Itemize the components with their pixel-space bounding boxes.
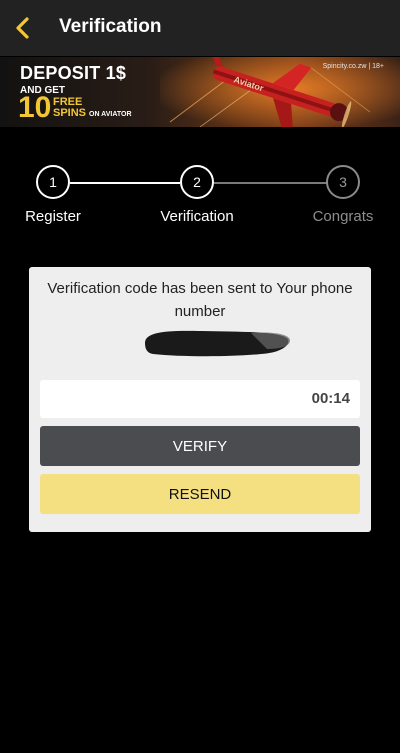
step-3-label: Congrats bbox=[312, 208, 374, 225]
banner-spins-text: SPINS bbox=[53, 107, 87, 119]
step-1-number: 1 bbox=[49, 174, 57, 190]
back-button[interactable] bbox=[8, 12, 40, 44]
step-1-circle: 1 bbox=[36, 165, 70, 199]
countdown-timer: 00:14 bbox=[311, 390, 350, 407]
banner-site-text: Spincity.co.zw | 18+ bbox=[322, 63, 384, 70]
chevron-left-icon bbox=[16, 17, 29, 39]
step-2-circle: 2 bbox=[180, 165, 214, 199]
step-connector-1 bbox=[70, 182, 180, 184]
verification-message: Verification code has been sent to Your … bbox=[47, 280, 353, 320]
promo-banner[interactable]: Aviator DEPOSIT 1$ AND GET 10 FREE SPINS… bbox=[0, 57, 400, 127]
resend-button[interactable]: RESEND bbox=[40, 474, 360, 514]
banner-on-aviator-text: ON AVIATOR bbox=[89, 111, 132, 118]
top-bar: Verification bbox=[0, 0, 400, 56]
step-2-label: Verification bbox=[160, 208, 234, 225]
step-1-label: Register bbox=[25, 208, 81, 225]
step-connector-2 bbox=[214, 182, 327, 184]
verify-button[interactable]: VERIFY bbox=[40, 426, 360, 466]
banner-number: 10 bbox=[18, 91, 52, 124]
verification-code-input[interactable]: 00:14 bbox=[40, 380, 360, 418]
banner-deposit-text: DEPOSIT 1$ bbox=[20, 63, 127, 83]
step-3-number: 3 bbox=[339, 174, 347, 190]
verification-card: Verification code has been sent to Your … bbox=[29, 267, 371, 532]
redacted-phone-number bbox=[145, 330, 291, 357]
step-3-circle: 3 bbox=[326, 165, 360, 199]
step-2-number: 2 bbox=[193, 174, 201, 190]
page-title: Verification bbox=[59, 16, 162, 37]
progress-stepper: 1 2 3 Register Verification Congrats bbox=[0, 165, 400, 225]
